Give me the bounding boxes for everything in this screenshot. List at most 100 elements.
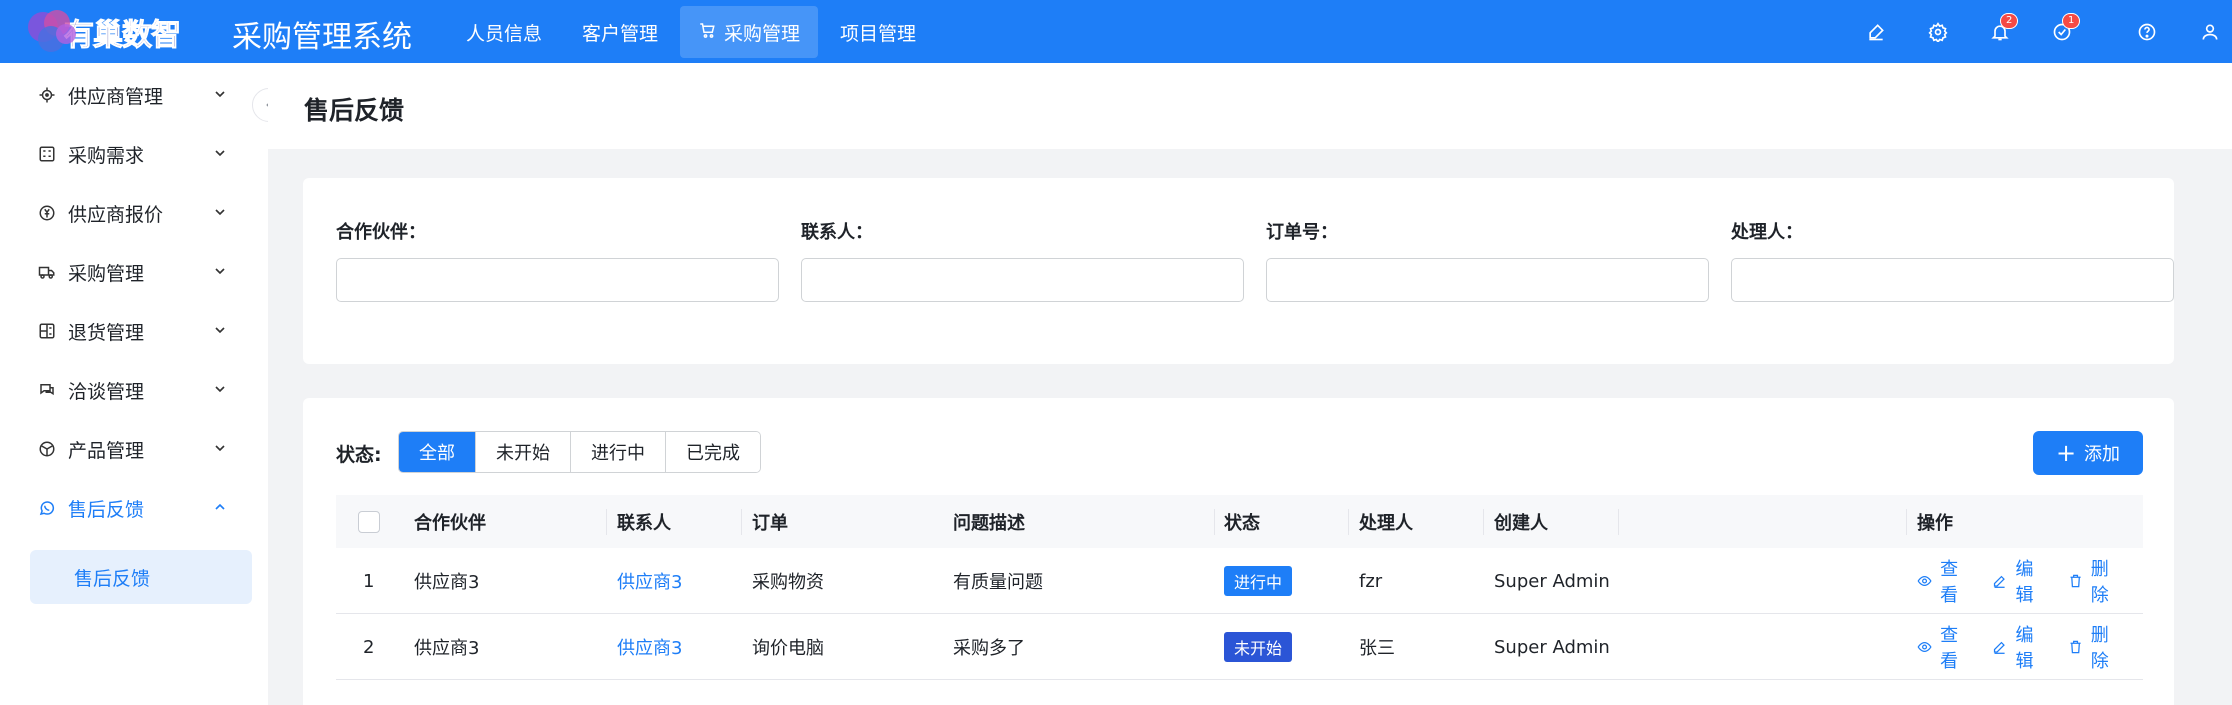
price-icon xyxy=(36,202,58,224)
cell-order: 采购物资 xyxy=(752,572,824,593)
row-index: 2 xyxy=(363,636,375,658)
cell-contact-link[interactable]: 供应商3 xyxy=(617,548,682,614)
cell-issue: 采购多了 xyxy=(953,638,1025,659)
filter-panel: 合作伙伴： 联系人： 订单号： 处理人： xyxy=(303,178,2174,364)
table-panel: 状态: 全部 未开始 进行中 已完成 + 添加 合作伙伴 联系人 订单 问题描述… xyxy=(303,398,2174,705)
trash-icon xyxy=(2070,574,2081,588)
cell-actions: 查看 编辑 删除 xyxy=(1917,548,2143,614)
order-number-input[interactable] xyxy=(1266,258,1709,302)
status-option-in-progress[interactable]: 进行中 xyxy=(571,432,666,472)
cell-status: 进行中 xyxy=(1224,548,1293,614)
filter-label: 处理人： xyxy=(1731,222,1803,243)
page-title: 售后反馈 xyxy=(304,96,405,125)
status-option-all[interactable]: 全部 xyxy=(399,432,476,472)
filter-label: 订单号： xyxy=(1266,222,1338,243)
status-option-completed[interactable]: 已完成 xyxy=(666,432,760,472)
chevron-up-icon xyxy=(212,498,228,520)
eye-icon xyxy=(1917,641,1932,653)
edit-button[interactable]: 编辑 xyxy=(1992,621,2045,673)
sidebar-item-returns[interactable]: 退货管理 xyxy=(0,309,268,353)
cell-contact-link[interactable]: 供应商3 xyxy=(617,614,682,680)
filter-label: 合作伙伴： xyxy=(336,222,426,243)
column-header-handler[interactable]: 处理人 xyxy=(1359,495,1413,548)
table-row: 1 供应商3 供应商3 采购物资 有质量问题 进行中 fzr Super Adm… xyxy=(336,548,2143,614)
column-header-order[interactable]: 订单 xyxy=(752,495,788,548)
status-option-not-started[interactable]: 未开始 xyxy=(476,432,571,472)
cell-status: 未开始 xyxy=(1224,614,1293,680)
filter-contact: 联系人： xyxy=(801,218,1244,302)
user-icon[interactable] xyxy=(2198,20,2222,44)
brush-icon[interactable] xyxy=(1864,20,1888,44)
filter-order: 订单号： xyxy=(1266,218,1709,302)
cell-order: 询价电脑 xyxy=(752,638,824,659)
truck-icon xyxy=(36,261,58,283)
cell-partner: 供应商3 xyxy=(414,572,480,593)
check-circle-icon[interactable]: 1 xyxy=(2050,13,2081,44)
whatsapp-icon xyxy=(36,497,58,519)
system-title: 采购管理系统 xyxy=(232,20,412,55)
chevron-down-icon xyxy=(212,321,228,343)
sidebar-item-requirements[interactable]: 采购需求 xyxy=(0,132,268,176)
cell-creator: Super Admin xyxy=(1494,636,1610,658)
column-header-creator[interactable]: 创建人 xyxy=(1494,495,1548,548)
return-icon xyxy=(36,320,58,342)
nav-item-customers[interactable]: 客户管理 xyxy=(564,6,676,58)
target-icon xyxy=(36,84,58,106)
status-filter-label: 状态: xyxy=(336,444,382,466)
handler-input[interactable] xyxy=(1731,258,2174,302)
nav-item-projects[interactable]: 项目管理 xyxy=(822,6,934,58)
sidebar-item-quotes[interactable]: 供应商报价 xyxy=(0,191,268,235)
filter-label: 联系人： xyxy=(801,222,873,243)
column-header-status[interactable]: 状态 xyxy=(1224,495,1260,548)
add-button[interactable]: + 添加 xyxy=(2033,431,2143,475)
sidebar-item-suppliers[interactable]: 供应商管理 xyxy=(0,73,268,117)
cart-icon xyxy=(698,21,716,43)
help-icon[interactable] xyxy=(2135,20,2159,44)
table-row: 2 供应商3 供应商3 询价电脑 采购多了 未开始 张三 Super Admin… xyxy=(336,614,2143,680)
sidebar-subitem-aftersales-feedback[interactable]: 售后反馈 xyxy=(30,550,252,604)
chat-icon xyxy=(36,379,58,401)
gear-icon[interactable] xyxy=(1926,20,1950,44)
sidebar-item-products[interactable]: 产品管理 xyxy=(0,427,268,471)
cell-handler: fzr xyxy=(1359,570,1383,592)
sidebar-item-aftersales[interactable]: 售后反馈 xyxy=(0,486,268,530)
chevron-down-icon xyxy=(212,85,228,107)
column-header-partner[interactable]: 合作伙伴 xyxy=(414,495,486,548)
view-button[interactable]: 查看 xyxy=(1917,621,1970,673)
edit-button[interactable]: 编辑 xyxy=(1992,555,2045,607)
notification-badge: 2 xyxy=(2000,13,2019,29)
cell-issue: 有质量问题 xyxy=(953,572,1043,593)
contact-input[interactable] xyxy=(801,258,1244,302)
trash-icon xyxy=(2070,640,2081,654)
view-button[interactable]: 查看 xyxy=(1917,555,1970,607)
logo[interactable]: 有巢数智 xyxy=(22,6,182,58)
chevron-down-icon xyxy=(212,439,228,461)
status-badge: 进行中 xyxy=(1224,566,1293,596)
partner-input[interactable] xyxy=(336,258,779,302)
pencil-icon xyxy=(1994,575,2006,588)
select-all-checkbox[interactable] xyxy=(358,511,380,533)
column-header-issue[interactable]: 问题描述 xyxy=(953,495,1025,548)
sidebar-item-purchasing[interactable]: 采购管理 xyxy=(0,250,268,294)
chevron-down-icon xyxy=(212,144,228,166)
cell-actions: 查看 编辑 删除 xyxy=(1917,614,2143,680)
filter-handler: 处理人： xyxy=(1731,218,2174,302)
sidebar-item-negotiation[interactable]: 洽谈管理 xyxy=(0,368,268,412)
bell-icon[interactable]: 2 xyxy=(1988,13,2019,44)
column-header-actions: 操作 xyxy=(1917,512,1953,534)
chevron-down-icon xyxy=(212,203,228,225)
product-icon xyxy=(36,438,58,460)
eye-icon xyxy=(1917,575,1932,587)
column-header-contact[interactable]: 联系人 xyxy=(617,495,671,548)
nav-item-personnel[interactable]: 人员信息 xyxy=(448,6,560,58)
row-index: 1 xyxy=(363,570,375,592)
pencil-icon xyxy=(1994,641,2006,654)
delete-button[interactable]: 删除 xyxy=(2068,555,2121,607)
filter-partner: 合作伙伴： xyxy=(336,218,779,302)
plus-icon: + xyxy=(2055,439,2077,467)
delete-button[interactable]: 删除 xyxy=(2068,621,2121,673)
grid-icon xyxy=(36,143,58,165)
nav-item-procurement[interactable]: 采购管理 xyxy=(680,6,819,58)
status-segmented-control: 全部 未开始 进行中 已完成 xyxy=(398,431,761,473)
logo-mark-icon xyxy=(22,6,88,58)
